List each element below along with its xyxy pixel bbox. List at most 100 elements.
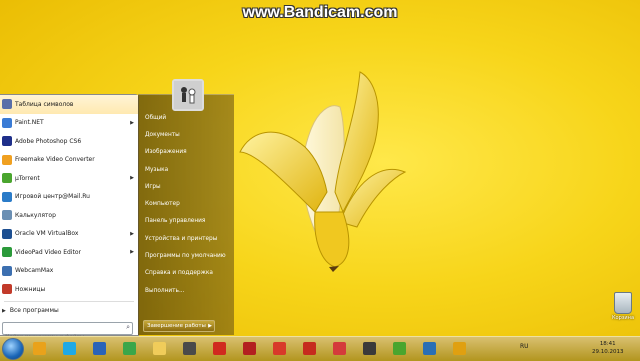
program-item[interactable]: Ножницы [0,280,138,299]
program-item[interactable]: Paint.NET ▶ [0,114,138,133]
app-icon [92,342,106,355]
taskbar-app-button[interactable] [358,339,380,358]
places-item[interactable]: Панель управления [138,213,234,230]
recycle-bin-icon [614,292,632,314]
program-list: Таблица символов Paint.NET ▶ Adobe Photosho… [0,95,138,299]
places-item[interactable]: Изображения [138,144,234,161]
program-label: Калькулятор [15,211,56,219]
places-item[interactable]: Устройства и принтеры [138,230,234,247]
program-label: Oracle VM VirtualBox [15,230,79,238]
taskbar-app-button[interactable] [148,339,170,358]
program-item[interactable]: Freemake Video Converter [0,151,138,170]
places-item[interactable]: Документы [138,126,234,143]
recycle-bin-label: Корзина [611,315,635,321]
places-item[interactable]: Музыка [138,161,234,178]
places-item[interactable]: Компьютер [138,195,234,212]
divider [4,300,134,302]
bandicam-watermark: www.Bandicam.com [242,4,398,21]
program-icon [2,191,12,202]
program-label: Ножницы [15,285,46,293]
winamp-icon [452,342,466,355]
clock[interactable]: 18:41 29.10.2013 [592,340,624,356]
skype-icon [62,342,76,355]
program-item[interactable]: Таблица символов [0,95,138,114]
program-icon [2,99,12,110]
start-menu-programs-pane: Таблица символов Paint.NET ▶ Adobe Photosho… [0,94,139,342]
places-item[interactable]: Выполнить... [138,282,234,299]
shutdown-label: Завершение работы [147,323,206,329]
explorer-icon [152,342,166,355]
taskbar-app-button[interactable] [388,339,410,358]
all-programs-button[interactable]: ▶ Все программы [0,304,138,318]
flash-icon [242,342,256,355]
taskbar-app-button[interactable] [298,339,320,358]
program-label: WebcamMax [15,267,54,275]
media-icon [182,342,196,355]
banana-wallpaper-image [239,71,407,272]
tool-icon [272,342,286,355]
start-orb-button[interactable] [2,338,24,360]
places-item[interactable]: Справка и поддержка [138,265,234,282]
program-label: Adobe Photoshop CS6 [15,137,82,145]
submenu-arrow-icon[interactable]: ▶ [130,120,134,126]
taskbar-app-button[interactable] [268,339,290,358]
start-search-box[interactable]: ⌕ [2,322,133,342]
program-icon [2,284,12,295]
places-item[interactable]: Игры [138,178,234,195]
taskbar-app-button[interactable] [328,339,350,358]
program-label: Игровой центр@Mail.Ru [15,193,90,201]
chrome-canary-icon [32,342,46,355]
program-item[interactable]: WebcamMax [0,262,138,281]
shutdown-button[interactable]: Завершение работы ▶ [143,320,215,332]
taskbar-app-button[interactable] [28,339,50,358]
program-label: Freemake Video Converter [15,156,95,164]
taskbar-app-button[interactable] [238,339,260,358]
video-icon [362,342,376,355]
program-item[interactable]: Adobe Photoshop CS6 [0,132,138,151]
all-programs-label: Все программы [9,307,59,314]
program-icon [2,265,12,276]
pocket-icon [332,342,346,355]
taskbar-app-button[interactable] [448,339,470,358]
taskbar-app-button[interactable] [58,339,80,358]
user-avatar[interactable] [172,79,204,111]
submenu-arrow-icon[interactable]: ▶ [130,231,134,237]
program-icon [2,154,12,165]
places-item[interactable]: Программы по умолчанию [138,247,234,264]
chess-pieces-icon [174,81,202,109]
clock-time: 18:41 [599,341,616,347]
program-label: Paint.NET [15,119,44,127]
program-icon [2,247,12,258]
chrome-icon [122,342,136,355]
program-icon [2,173,12,184]
program-item[interactable]: Игровой центр@Mail.Ru [0,188,138,207]
monitor-icon [422,342,436,355]
taskbar-app-button[interactable] [418,339,440,358]
triangle-right-icon: ▶ [2,307,6,314]
record-icon [212,342,226,355]
taskbar-app-button[interactable] [88,339,110,358]
start-menu-places-pane: Общий Документы Изображения Музыка Игры Компь… [138,94,234,335]
recycle-bin[interactable]: Корзина [606,292,640,332]
program-item[interactable]: µTorrent ▶ [0,169,138,188]
program-icon [2,228,12,239]
program-item[interactable]: Oracle VM VirtualBox ▶ [0,225,138,244]
program-label: µTorrent [15,174,40,182]
program-item[interactable]: Калькулятор [0,206,138,225]
program-item[interactable]: VideoPad Video Editor ▶ [0,243,138,262]
taskbar-app-button[interactable] [178,339,200,358]
shutdown-options-arrow-icon[interactable]: ▶ [205,323,212,329]
filezilla-icon [302,342,316,355]
taskbar-app-button[interactable] [118,339,140,358]
program-icon [2,136,12,147]
submenu-arrow-icon[interactable]: ▶ [130,175,134,181]
submenu-arrow-icon[interactable]: ▶ [130,249,134,255]
places-list: Общий Документы Изображения Музыка Игры Компь… [138,109,234,299]
utorrent-icon [392,342,406,355]
taskbar-app-button[interactable] [208,339,230,358]
clock-date: 29.10.2013 [592,349,624,355]
program-icon [2,210,12,221]
search-icon[interactable]: ⌕ [126,323,130,332]
language-indicator[interactable]: RU [520,343,529,350]
program-icon [2,117,12,128]
